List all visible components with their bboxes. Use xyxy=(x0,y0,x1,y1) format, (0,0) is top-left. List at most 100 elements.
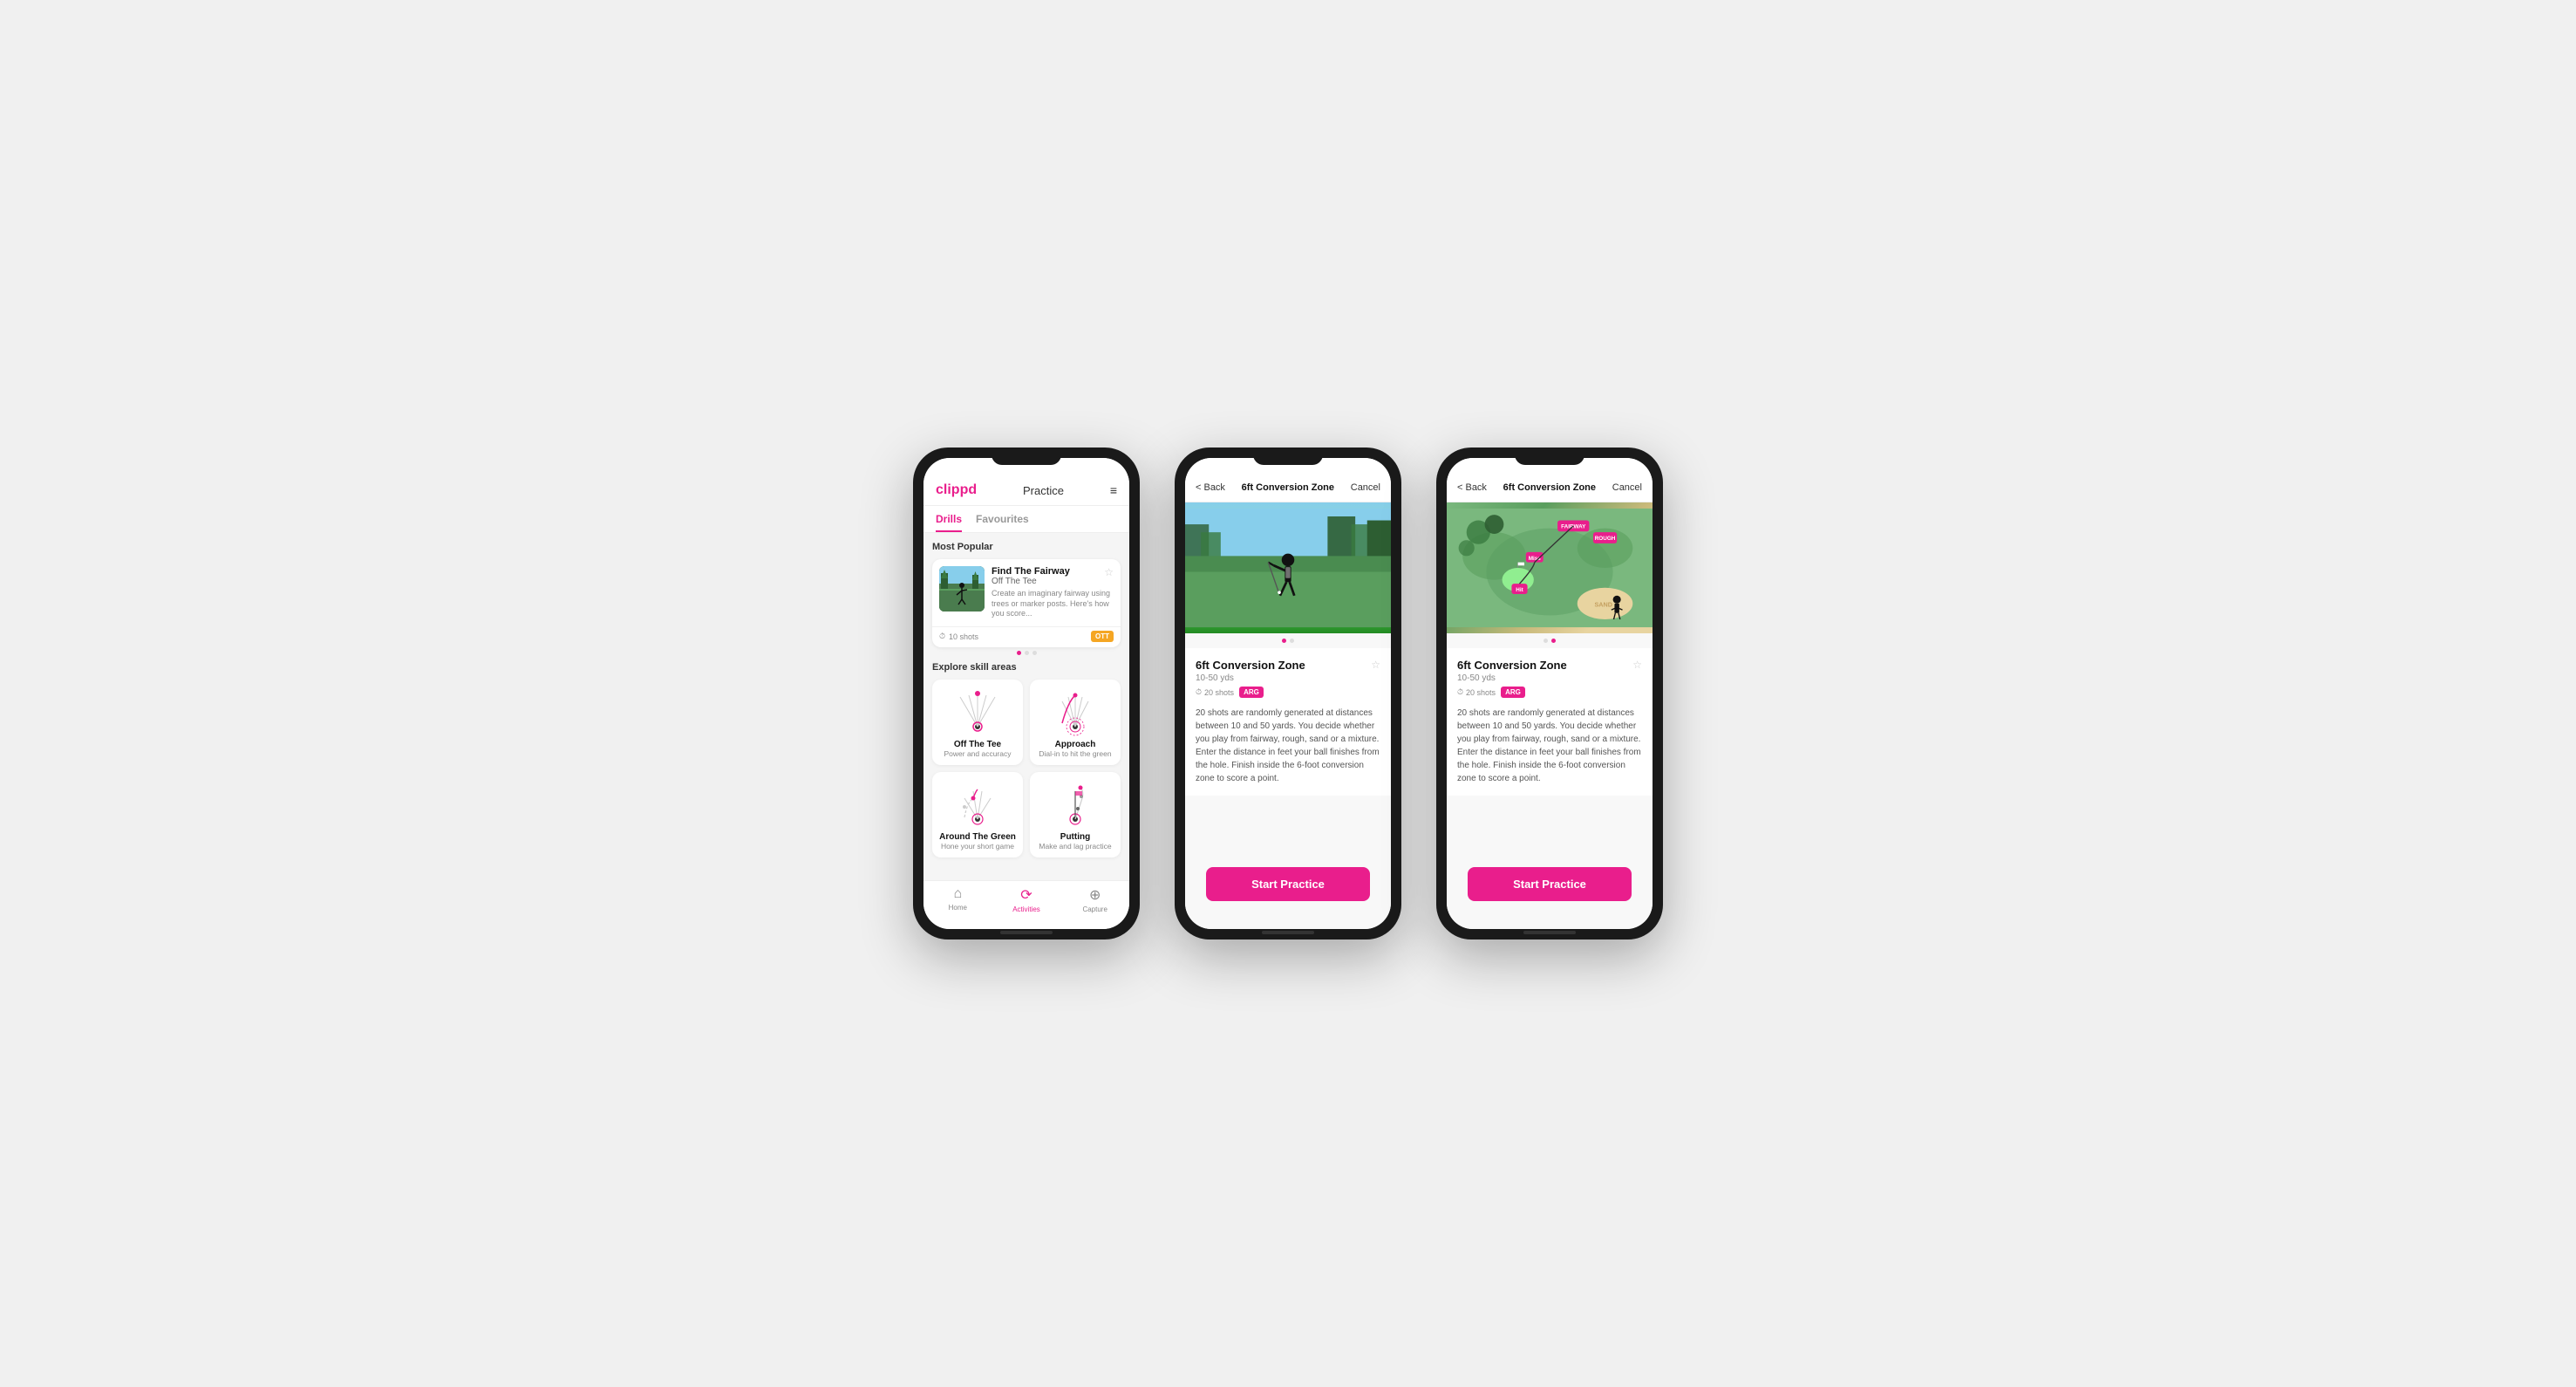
ott-svg-icon xyxy=(951,688,1004,736)
nav-capture[interactable]: ⊕ Capture xyxy=(1060,886,1129,913)
drill-description-3: 20 shots are randomly generated at dista… xyxy=(1457,707,1642,785)
tab-favourites[interactable]: Favourites xyxy=(976,513,1029,532)
shots-row-3: ⏱ 20 shots ARG xyxy=(1457,687,1642,698)
skill-name-ott: Off The Tee xyxy=(954,740,1001,749)
clock-icon-3: ⏱ xyxy=(1457,687,1463,697)
skill-desc-atg: Hone your short game xyxy=(941,842,1014,851)
detail-content-3: SAND FAIRWAY ROUGH Hit xyxy=(1447,502,1653,850)
skill-name-approach: Approach xyxy=(1055,740,1096,749)
shots-info: ⏱ 10 shots xyxy=(939,632,978,641)
favourite-star-3[interactable]: ☆ xyxy=(1632,659,1642,671)
golf-thumbnail-svg xyxy=(939,566,985,612)
start-btn-area-3: Start Practice xyxy=(1447,850,1653,929)
app-header: clippd Practice ≡ xyxy=(923,458,1129,506)
image-dots-3 xyxy=(1447,633,1653,648)
approach-icon-area xyxy=(1049,688,1101,736)
skill-card-atg[interactable]: Around The Green Hone your short game xyxy=(932,772,1023,857)
img-dot-1 xyxy=(1282,639,1286,643)
screen-2: < Back 6ft Conversion Zone Cancel xyxy=(1185,458,1391,929)
card-thumbnail xyxy=(939,566,985,612)
drill-shots-3: ⏱ 20 shots xyxy=(1457,687,1496,697)
bottom-nav: ⌂ Home ⟳ Activities ⊕ Capture xyxy=(923,880,1129,929)
golf-photo-svg xyxy=(1185,502,1391,633)
image-dots xyxy=(1185,633,1391,648)
drill-info-3: 6ft Conversion Zone ☆ 10-50 yds ⏱ 20 sho… xyxy=(1447,648,1653,796)
shots-row: ⏱ 20 shots ARG xyxy=(1196,687,1380,698)
drill-badge-3: ARG xyxy=(1501,687,1525,698)
phone-1: clippd Practice ≡ Drills Favourites Most… xyxy=(913,448,1140,939)
nav-capture-label: Capture xyxy=(1082,905,1107,913)
cancel-button-3[interactable]: Cancel xyxy=(1612,482,1642,493)
card-inner: Find The Fairway Off The Tee ☆ Create an… xyxy=(932,559,1121,626)
putting-svg-icon xyxy=(1049,781,1101,829)
phone-3: < Back 6ft Conversion Zone Cancel SAND xyxy=(1436,448,1663,939)
start-btn-area: Start Practice xyxy=(1185,850,1391,929)
featured-drill-card[interactable]: Find The Fairway Off The Tee ☆ Create an… xyxy=(932,559,1121,647)
favourite-star[interactable]: ☆ xyxy=(1371,659,1380,671)
most-popular-label: Most Popular xyxy=(932,542,1121,552)
tabs-row: Drills Favourites xyxy=(923,506,1129,533)
putting-icon-area xyxy=(1049,781,1101,829)
nav-home[interactable]: ⌂ Home xyxy=(923,886,992,913)
title-row: 6ft Conversion Zone ☆ xyxy=(1196,659,1380,672)
skill-card-approach[interactable]: Approach Dial-in to hit the green xyxy=(1030,680,1121,765)
svg-text:SAND: SAND xyxy=(1594,600,1612,608)
home-bar xyxy=(1000,931,1053,934)
card-subtitle: Off The Tee xyxy=(992,577,1070,586)
svg-text:Hit: Hit xyxy=(1516,587,1523,593)
dot-1 xyxy=(1017,651,1021,655)
skill-desc-ott: Power and accuracy xyxy=(944,749,1011,758)
dot-2 xyxy=(1025,651,1029,655)
nav-activities-label: Activities xyxy=(1012,905,1040,913)
img-dot-3-1 xyxy=(1544,639,1548,643)
hero-map: SAND FAIRWAY ROUGH Hit xyxy=(1447,502,1653,633)
app-logo: clippd xyxy=(936,482,977,498)
header-title: Practice xyxy=(1023,484,1064,497)
shots-label: 10 shots xyxy=(949,632,978,641)
notch-2 xyxy=(1253,448,1323,465)
clock-icon-detail: ⏱ xyxy=(1196,687,1202,697)
home-bar-2 xyxy=(1262,931,1314,934)
start-practice-button[interactable]: Start Practice xyxy=(1206,867,1370,901)
skill-name-putting: Putting xyxy=(1060,832,1090,842)
capture-icon: ⊕ xyxy=(1089,886,1101,904)
start-practice-button-3[interactable]: Start Practice xyxy=(1468,867,1632,901)
skill-card-ott[interactable]: Off The Tee Power and accuracy xyxy=(932,680,1023,765)
back-button-3[interactable]: < Back xyxy=(1457,482,1487,493)
svg-text:ROUGH: ROUGH xyxy=(1595,536,1616,542)
skill-card-putting[interactable]: Putting Make and lag practice xyxy=(1030,772,1121,857)
skill-desc-approach: Dial-in to hit the green xyxy=(1039,749,1111,758)
card-description: Create an imaginary fairway using trees … xyxy=(992,589,1114,619)
card-title: Find The Fairway xyxy=(992,566,1070,577)
drill-range: 10-50 yds xyxy=(1196,673,1380,683)
atg-svg-icon xyxy=(951,781,1004,829)
activities-icon: ⟳ xyxy=(1020,886,1032,904)
menu-icon[interactable]: ≡ xyxy=(1110,483,1117,497)
phone-2: < Back 6ft Conversion Zone Cancel xyxy=(1175,448,1401,939)
detail-content: 6ft Conversion Zone ☆ 10-50 yds ⏱ 20 sho… xyxy=(1185,502,1391,850)
main-content: Most Popular xyxy=(923,533,1129,880)
back-button[interactable]: < Back xyxy=(1196,482,1225,493)
drill-badge: ARG xyxy=(1239,687,1264,698)
clock-icon: ⏱ xyxy=(939,632,945,641)
nav-home-label: Home xyxy=(949,904,967,912)
shots-count: 20 shots xyxy=(1204,688,1234,697)
atg-icon-area xyxy=(951,781,1004,829)
tab-drills[interactable]: Drills xyxy=(936,513,962,532)
home-bar-3 xyxy=(1523,931,1576,934)
img-dot-2 xyxy=(1290,639,1294,643)
favourite-icon[interactable]: ☆ xyxy=(1104,566,1114,589)
img-dot-3-2 xyxy=(1551,639,1556,643)
drill-info: 6ft Conversion Zone ☆ 10-50 yds ⏱ 20 sho… xyxy=(1185,648,1391,796)
home-icon: ⌂ xyxy=(954,886,963,902)
drill-title-3: 6ft Conversion Zone xyxy=(1457,659,1567,672)
drill-range-3: 10-50 yds xyxy=(1457,673,1642,683)
drill-description: 20 shots are randomly generated at dista… xyxy=(1196,707,1380,785)
cancel-button[interactable]: Cancel xyxy=(1351,482,1380,493)
skills-grid: Off The Tee Power and accuracy xyxy=(932,680,1121,857)
skill-name-atg: Around The Green xyxy=(939,832,1016,842)
dot-3 xyxy=(1032,651,1037,655)
nav-activities[interactable]: ⟳ Activities xyxy=(992,886,1061,913)
screen-3: < Back 6ft Conversion Zone Cancel SAND xyxy=(1447,458,1653,929)
hero-image xyxy=(1185,502,1391,633)
